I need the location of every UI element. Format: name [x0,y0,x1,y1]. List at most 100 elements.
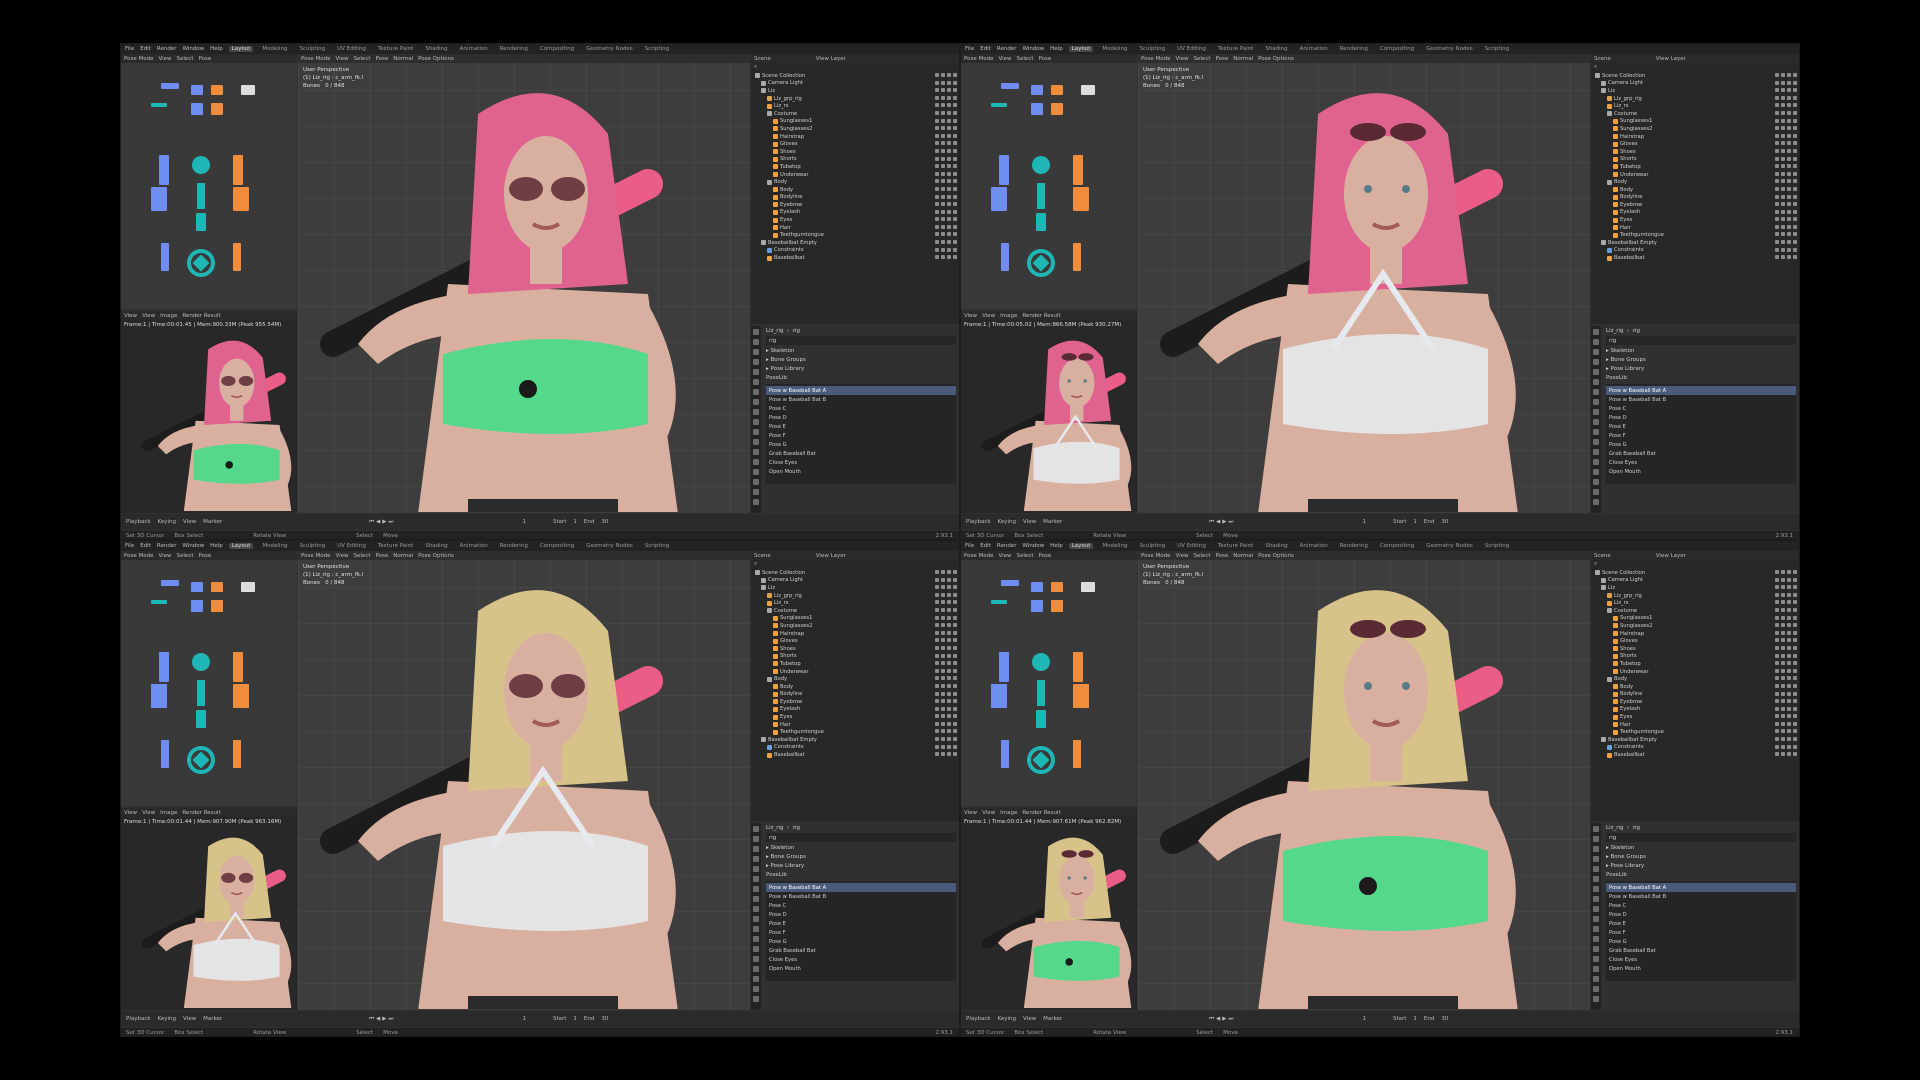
select-menu[interactable]: Select [1017,56,1034,62]
camera-icon[interactable] [1793,255,1797,260]
outliner-item[interactable]: Tubetop [751,660,959,668]
outliner-item[interactable]: Shorts [1591,156,1799,164]
outliner-item[interactable]: Underwear [1591,668,1799,676]
checkbox-icon[interactable] [935,661,939,666]
picker-bone[interactable] [241,85,255,95]
tab-modeling[interactable]: Modeling [1099,46,1130,52]
mode-dropdown[interactable]: Pose Mode [124,56,153,62]
eye-icon[interactable] [1787,224,1791,229]
outliner-item[interactable]: Body [1591,675,1799,683]
outliner-item[interactable]: Bodyline [1591,691,1799,699]
select-icon[interactable] [1781,164,1785,169]
properties-tab-icon[interactable] [753,329,759,335]
camera-icon[interactable] [1793,737,1797,742]
outliner-item[interactable]: Liz_rs [751,599,959,607]
picker-spine[interactable] [1037,680,1045,706]
checkbox-icon[interactable] [1775,699,1779,704]
view-menu[interactable]: View [158,553,171,559]
picker-bone[interactable] [1081,85,1095,95]
checkbox-icon[interactable] [1775,240,1779,245]
eye-icon[interactable] [1787,209,1791,214]
checkbox-icon[interactable] [935,224,939,229]
picker-bone[interactable] [159,155,169,185]
eye-icon[interactable] [1787,699,1791,704]
checkbox-icon[interactable] [1775,737,1779,742]
select-icon[interactable] [941,156,945,161]
eye-icon[interactable] [1787,217,1791,222]
visibility-toggles[interactable] [935,585,957,590]
outliner-item[interactable]: Teethgumtongue [751,231,959,239]
properties-tab-icon[interactable] [1593,369,1599,375]
properties-tab-icon[interactable] [753,936,759,942]
outliner-item[interactable]: Camera Light [1591,80,1799,88]
outliner-item[interactable]: Camera Light [751,80,959,88]
eye-icon[interactable] [947,255,951,260]
view-layer-selector[interactable]: View Layer [816,553,846,559]
outliner-item[interactable]: Liz_grp_rig [751,95,959,103]
outliner-item[interactable]: Constraints [1591,247,1799,255]
pose-item[interactable]: Pose E [766,919,956,928]
properties-tab-icon[interactable] [753,339,759,345]
checkbox-icon[interactable] [935,255,939,260]
visibility-toggles[interactable] [1775,224,1797,229]
visibility-toggles[interactable] [1775,683,1797,688]
visibility-toggles[interactable] [935,706,957,711]
eye-icon[interactable] [947,721,951,726]
select-icon[interactable] [1781,600,1785,605]
current-frame-field[interactable]: 1 [1362,1016,1366,1022]
pose-item[interactable]: Pose w Baseball Bat B [1606,395,1796,404]
current-frame-field[interactable]: 1 [522,519,526,525]
pose-item[interactable]: Pose F [1606,431,1796,440]
checkbox-icon[interactable] [935,247,939,252]
camera-icon[interactable] [953,691,957,696]
checkbox-icon[interactable] [1775,714,1779,719]
camera-icon[interactable] [1793,630,1797,635]
view-layer-selector[interactable]: View Layer [1656,553,1686,559]
checkbox-icon[interactable] [935,88,939,93]
picker-bone[interactable] [1073,243,1081,271]
scene-selector[interactable]: Scene [1594,56,1611,62]
checkbox-icon[interactable] [935,752,939,757]
outliner-item[interactable]: Eyes [1591,216,1799,224]
picker-bone[interactable] [1001,740,1009,768]
picker-bone[interactable] [151,103,167,107]
outliner-item[interactable]: Hair [1591,721,1799,729]
camera-icon[interactable] [953,676,957,681]
visibility-toggles[interactable] [1775,570,1797,574]
picker-bone[interactable] [1073,187,1089,211]
visibility-toggles[interactable] [1775,88,1797,93]
menu-edit[interactable]: Edit [140,543,151,549]
select-icon[interactable] [1781,752,1785,757]
camera-icon[interactable] [1793,729,1797,734]
outliner-item[interactable]: Hairstrap [1591,133,1799,141]
tab-shading[interactable]: Shading [1262,543,1290,549]
picker-bone[interactable] [161,580,179,586]
properties-tab-icon[interactable] [753,459,759,465]
picker-bone[interactable] [151,187,167,211]
properties-tab-icon[interactable] [753,956,759,962]
select-icon[interactable] [1781,653,1785,658]
properties-tab-icon[interactable] [1593,419,1599,425]
current-frame-field[interactable]: 1 [522,1016,526,1022]
poselib-selector[interactable]: PoseLib [763,870,959,879]
image-menu[interactable]: Image [1000,810,1017,816]
play-controls[interactable]: ⏮◀▶⏭ [369,519,395,526]
visibility-toggles[interactable] [935,240,957,245]
viewport-mode-dropdown[interactable]: Pose Mode [1141,553,1170,559]
checkbox-icon[interactable] [1775,570,1779,574]
visibility-toggles[interactable] [935,171,957,176]
checkbox-icon[interactable] [1775,247,1779,252]
viewport-mode-dropdown[interactable]: Pose Mode [1141,56,1170,62]
camera-icon[interactable] [953,126,957,131]
eye-icon[interactable] [1787,103,1791,108]
select-icon[interactable] [1781,232,1785,237]
visibility-toggles[interactable] [1775,729,1797,734]
visibility-toggles[interactable] [1775,638,1797,643]
picker-bone[interactable] [196,213,206,231]
camera-icon[interactable] [953,570,957,574]
select-icon[interactable] [941,224,945,229]
picker-bone[interactable] [233,652,243,682]
eye-icon[interactable] [1787,164,1791,169]
camera-icon[interactable] [953,224,957,229]
keying-menu[interactable]: Keying [998,519,1016,525]
